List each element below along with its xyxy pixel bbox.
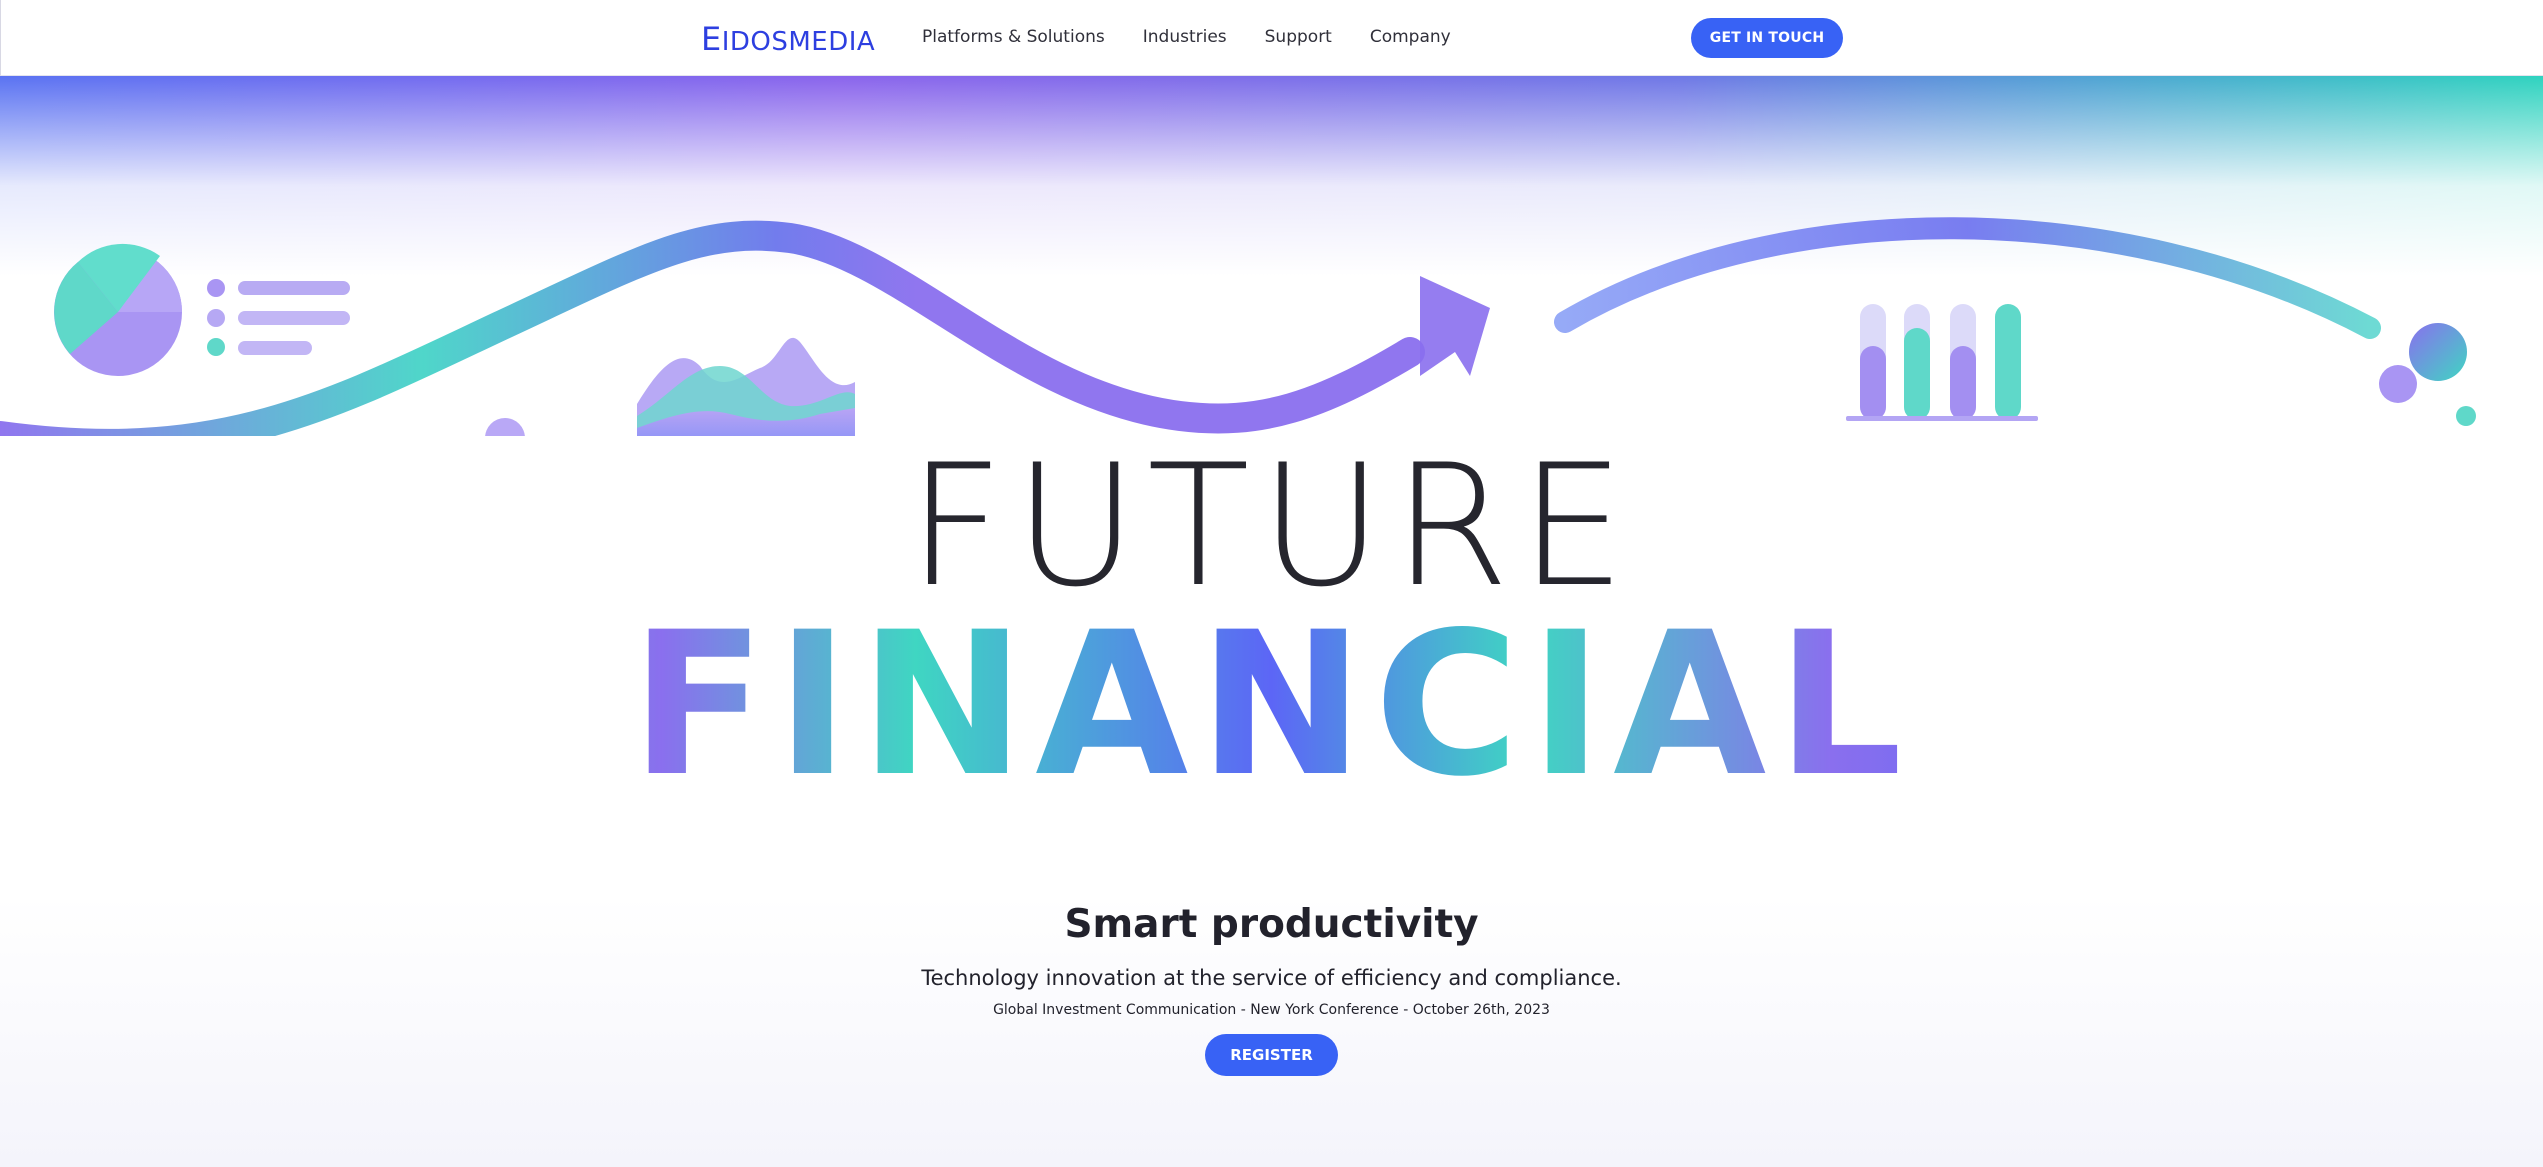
logo-text: IDOSMEDIA <box>721 27 876 57</box>
nav-company[interactable]: Company <box>1370 27 1451 47</box>
get-in-touch-button[interactable]: GET IN TOUCH <box>1691 18 1843 58</box>
event-info: Global Investment Communication - New Yo… <box>993 1002 1550 1018</box>
dot-decor <box>2409 323 2467 381</box>
main-nav: Platforms & Solutions Industries Support… <box>922 27 1451 47</box>
nav-platforms-solutions[interactable]: Platforms & Solutions <box>922 27 1105 47</box>
bar-chart-icon <box>1846 304 2038 421</box>
hero-illustration <box>0 217 2476 436</box>
nav-support[interactable]: Support <box>1265 27 1332 47</box>
nav-industries[interactable]: Industries <box>1143 27 1227 47</box>
register-button[interactable]: REGISTER <box>1205 1034 1338 1076</box>
logo-initial: E <box>701 20 722 58</box>
hero-section: FUTURE FINANCIAL Smart productivity Tech… <box>0 76 2543 1167</box>
dot-decor <box>2456 406 2476 426</box>
dot-decor <box>485 418 525 436</box>
hero-title-financial: FINANCIAL <box>0 606 2543 804</box>
hero-title-future: FUTURE <box>907 428 1636 624</box>
dot-decor <box>2379 365 2417 403</box>
logo[interactable]: EIDOSMEDIA <box>701 20 875 58</box>
site-header: EIDOSMEDIA Platforms & Solutions Industr… <box>0 0 2543 76</box>
trend-arrow-icon <box>1420 276 1490 376</box>
area-chart-icon <box>637 338 855 436</box>
hero-subheading: Technology innovation at the service of … <box>921 966 1622 990</box>
pie-chart-icon <box>54 243 350 376</box>
hero-heading: Smart productivity <box>1064 902 1479 947</box>
